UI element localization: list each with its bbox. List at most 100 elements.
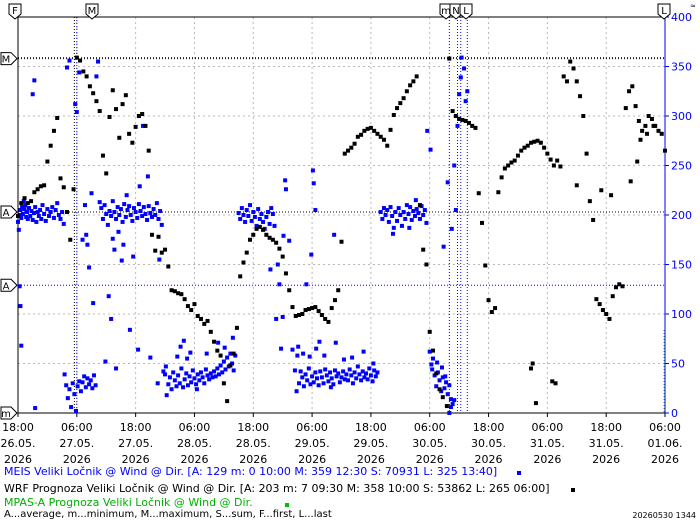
wrf-point bbox=[545, 151, 550, 156]
meis-point bbox=[301, 351, 306, 356]
x-tick-label: 29.05. bbox=[353, 437, 388, 450]
wrf-point bbox=[607, 316, 612, 321]
wrf-point bbox=[604, 312, 609, 316]
wrf-point bbox=[645, 131, 650, 136]
wrf-point bbox=[584, 151, 589, 156]
meis-point bbox=[322, 353, 327, 358]
meis-point bbox=[155, 381, 160, 386]
meis-point bbox=[364, 371, 369, 376]
meis-point bbox=[350, 381, 355, 386]
meis-point bbox=[275, 262, 280, 267]
top-flag-label: F bbox=[12, 6, 18, 17]
meis-point bbox=[430, 356, 435, 361]
wrf-point bbox=[198, 316, 203, 321]
meis-point bbox=[313, 370, 318, 375]
wrf-point bbox=[123, 93, 128, 98]
meis-point bbox=[428, 147, 433, 152]
meis-point bbox=[203, 367, 208, 372]
wrf-point bbox=[571, 66, 576, 71]
meis-point bbox=[413, 198, 418, 203]
meis-point bbox=[53, 208, 58, 213]
timestamp: 20260530 1344 bbox=[632, 511, 696, 520]
wrf-point bbox=[146, 148, 151, 153]
meis-point bbox=[67, 387, 72, 392]
meis-point bbox=[354, 376, 359, 381]
wrf-point bbox=[212, 339, 217, 344]
meis-point bbox=[371, 361, 376, 366]
meis-point bbox=[87, 265, 92, 270]
meis-point bbox=[329, 376, 334, 381]
meis-point bbox=[136, 202, 141, 207]
meis-point bbox=[295, 353, 300, 358]
meis-point bbox=[122, 202, 127, 207]
meis-point bbox=[396, 206, 401, 211]
meis-point bbox=[310, 168, 315, 173]
wrf-point bbox=[71, 187, 76, 192]
wrf-point bbox=[97, 109, 102, 114]
meis-point bbox=[145, 174, 150, 179]
meis-point bbox=[69, 405, 74, 410]
wrf-point bbox=[561, 74, 566, 79]
meis-point bbox=[313, 208, 318, 213]
x-tick-label: 30.05. bbox=[412, 437, 447, 450]
meis-point bbox=[406, 212, 411, 217]
x-tick-label: 26.05. bbox=[1, 437, 36, 450]
wrf-point bbox=[336, 288, 341, 293]
meis-point bbox=[190, 368, 195, 373]
wrf-point bbox=[45, 159, 50, 164]
meis-point bbox=[283, 187, 288, 192]
x-tick-label: 31.05. bbox=[589, 437, 624, 450]
y-tick-label: 350 bbox=[671, 61, 692, 74]
meis-point bbox=[194, 382, 199, 387]
meis-point bbox=[51, 215, 56, 220]
x-tick-label: 27.05. bbox=[118, 437, 153, 450]
meis-point bbox=[176, 373, 181, 378]
meis-point bbox=[252, 214, 257, 219]
wrf-point bbox=[574, 79, 579, 84]
meis-point bbox=[103, 359, 108, 364]
meis-point bbox=[251, 210, 256, 215]
wrf-point bbox=[133, 124, 138, 129]
meis-point bbox=[70, 381, 75, 386]
meis-point bbox=[177, 381, 182, 386]
x-tick-label: 2026 bbox=[651, 453, 679, 466]
wrf-point bbox=[107, 114, 112, 119]
wrf-point bbox=[581, 114, 586, 118]
meis-point bbox=[127, 327, 132, 332]
meis-point bbox=[120, 219, 125, 224]
x-tick-label: 01.06. bbox=[648, 437, 683, 450]
wrf-point bbox=[319, 312, 324, 317]
meis-point bbox=[187, 374, 192, 379]
meis-point bbox=[332, 232, 337, 237]
meis-point bbox=[78, 389, 83, 394]
x-tick-label: 18:00 bbox=[120, 421, 152, 434]
meis-point bbox=[407, 225, 412, 230]
y-tick-label: 250 bbox=[671, 160, 692, 173]
wrf-point bbox=[205, 318, 210, 323]
meis-point bbox=[16, 227, 21, 232]
wrf-point bbox=[489, 310, 494, 315]
wrf-point bbox=[192, 302, 197, 307]
wrf-point bbox=[277, 246, 282, 251]
x-tick-label: 18:00 bbox=[473, 421, 505, 434]
meis-point bbox=[287, 238, 292, 243]
meis-point bbox=[47, 213, 52, 218]
meis-point bbox=[55, 201, 60, 206]
meis-point bbox=[443, 374, 448, 379]
wrf-point bbox=[208, 329, 213, 334]
meis-point bbox=[246, 213, 251, 218]
wrf-point bbox=[29, 199, 34, 204]
reference-lines bbox=[18, 17, 665, 413]
meis-point bbox=[393, 210, 398, 215]
x-tick-label: 29.05. bbox=[295, 437, 330, 450]
wrf-point bbox=[218, 353, 223, 358]
meis-point bbox=[390, 213, 395, 218]
meis-point bbox=[202, 381, 207, 386]
x-tick-label: 18:00 bbox=[590, 421, 622, 434]
meis-point bbox=[117, 213, 122, 217]
meis-point bbox=[172, 378, 177, 383]
corner-mark: ≈ bbox=[690, 2, 696, 10]
meis-point bbox=[430, 367, 435, 372]
meis-point bbox=[109, 316, 114, 321]
meis-point bbox=[182, 377, 187, 382]
